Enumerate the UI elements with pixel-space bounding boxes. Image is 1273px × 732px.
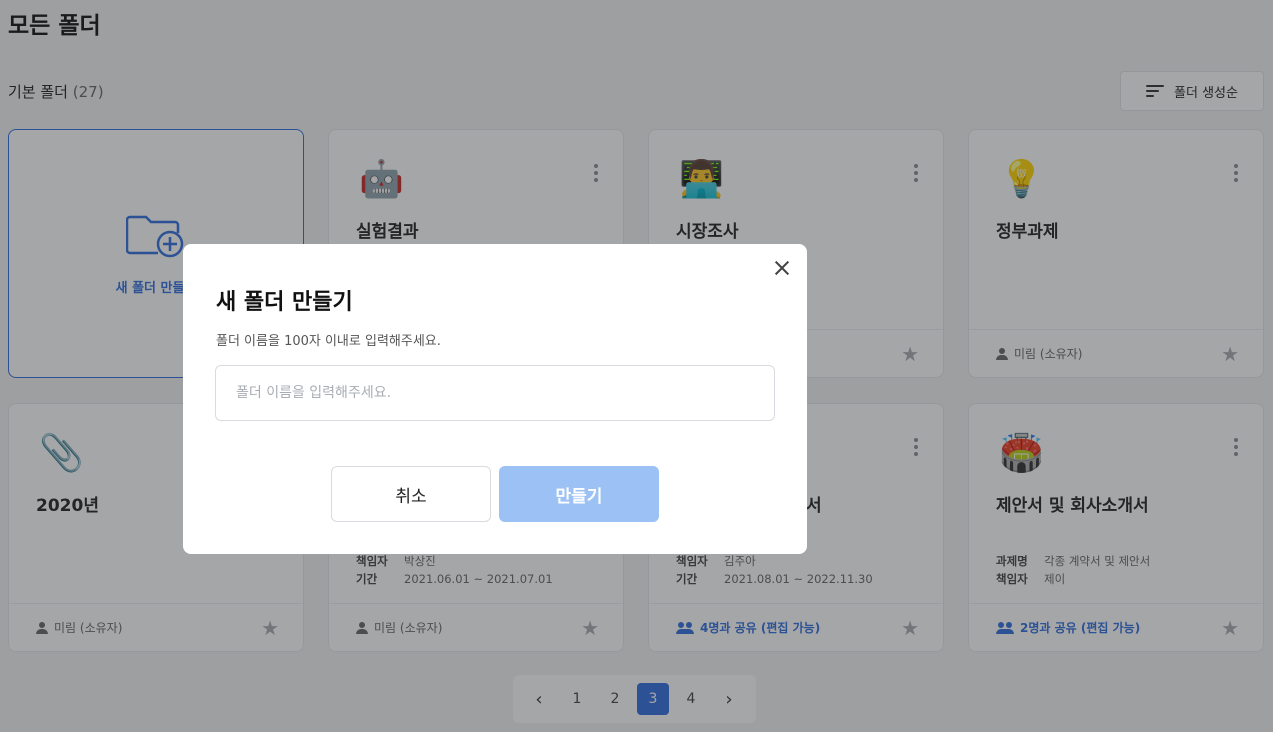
dialog-description: 폴더 이름을 100자 이내로 입력해주세요.	[216, 334, 441, 349]
dialog-title: 새 폴더 만들기	[216, 290, 353, 315]
cancel-button[interactable]: 취소	[331, 466, 491, 522]
folder-name-input[interactable]	[215, 365, 775, 421]
close-icon[interactable]	[773, 259, 791, 277]
create-button[interactable]: 만들기	[499, 466, 659, 522]
new-folder-dialog: 새 폴더 만들기 폴더 이름을 100자 이내로 입력해주세요. 취소 만들기	[183, 244, 807, 554]
